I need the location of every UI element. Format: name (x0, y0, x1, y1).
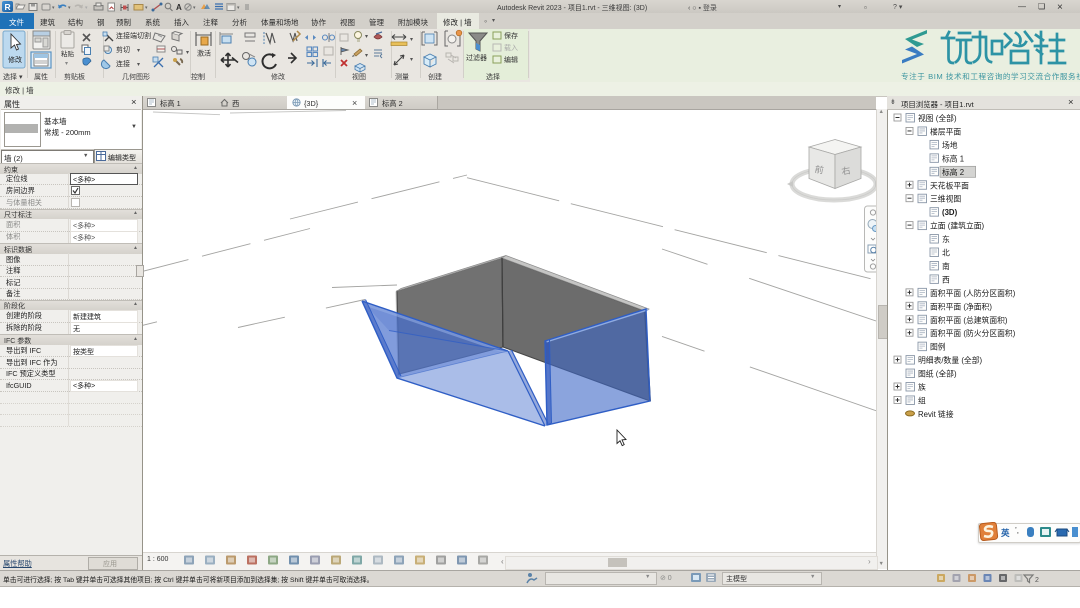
svg-text:激活: 激活 (197, 49, 211, 58)
svg-text:▾: ▾ (137, 48, 140, 54)
svg-text:‹: ‹ (501, 557, 504, 566)
svg-text:连接: 连接 (116, 59, 130, 68)
svg-text:▾: ▾ (145, 5, 148, 11)
svg-text:▾: ▾ (65, 61, 68, 67)
svg-text:图例: 图例 (930, 342, 946, 352)
svg-text:立面 (建筑立面): 立面 (建筑立面) (930, 221, 985, 231)
svg-text:族: 族 (918, 382, 926, 392)
svg-text:(3D): (3D) (942, 208, 958, 217)
svg-text:▾: ▾ (365, 34, 368, 40)
svg-text:标高 1: 标高 1 (942, 153, 964, 163)
svg-text:剪切: 剪切 (116, 45, 130, 54)
svg-text:▾: ▾ (85, 5, 88, 11)
svg-text:图纸 (全部): 图纸 (全部) (918, 369, 957, 379)
svg-text:视图 (全部): 视图 (全部) (918, 113, 957, 123)
svg-text:三维视图: 三维视图 (930, 194, 961, 204)
svg-text:Revit 链接: Revit 链接 (918, 409, 954, 419)
svg-text:▾: ▾ (410, 57, 413, 63)
svg-text:▾: ▾ (52, 5, 55, 11)
svg-text:明细表/数量 (全部): 明细表/数量 (全部) (918, 355, 983, 365)
svg-text:保存: 保存 (504, 31, 518, 40)
svg-text:组: 组 (918, 395, 926, 405)
svg-text:▾: ▾ (237, 5, 240, 11)
svg-text:编辑: 编辑 (504, 55, 518, 64)
svg-text:2: 2 (1035, 577, 1039, 584)
svg-text:粘贴: 粘贴 (61, 49, 75, 58)
svg-text:连接端切割: 连接端切割 (116, 31, 151, 40)
svg-text:天花板平面: 天花板平面 (930, 180, 969, 190)
svg-text:载入: 载入 (504, 43, 518, 52)
svg-text:修改: 修改 (8, 55, 22, 64)
svg-text:面积平面 (人防分区面积): 面积平面 (人防分区面积) (930, 288, 1016, 298)
svg-text:▾: ▾ (193, 5, 196, 11)
svg-text:A: A (176, 3, 182, 12)
svg-text:北: 北 (942, 249, 950, 258)
svg-text:南: 南 (942, 261, 950, 271)
svg-text:▾: ▾ (68, 5, 71, 11)
svg-text:东: 东 (942, 234, 950, 244)
svg-text:标高 2: 标高 2 (942, 167, 964, 177)
svg-text:场地: 场地 (942, 140, 958, 150)
svg-text:▾: ▾ (410, 37, 413, 43)
svg-text:面积平面 (总建筑面积): 面积平面 (总建筑面积) (930, 315, 1008, 325)
svg-text:前: 前 (814, 163, 825, 175)
svg-text:右: 右 (841, 164, 852, 176)
svg-text:▾: ▾ (365, 53, 368, 59)
svg-text:西: 西 (942, 275, 950, 284)
svg-text:面积平面 (净面积): 面积平面 (净面积) (930, 301, 992, 311)
svg-text:楼层平面: 楼层平面 (930, 126, 961, 136)
svg-text:▾: ▾ (186, 50, 189, 56)
svg-text:▾: ▾ (137, 62, 140, 68)
svg-text:过滤器: 过滤器 (466, 53, 487, 62)
svg-text:面积平面 (防火分区面积): 面积平面 (防火分区面积) (930, 328, 1016, 338)
